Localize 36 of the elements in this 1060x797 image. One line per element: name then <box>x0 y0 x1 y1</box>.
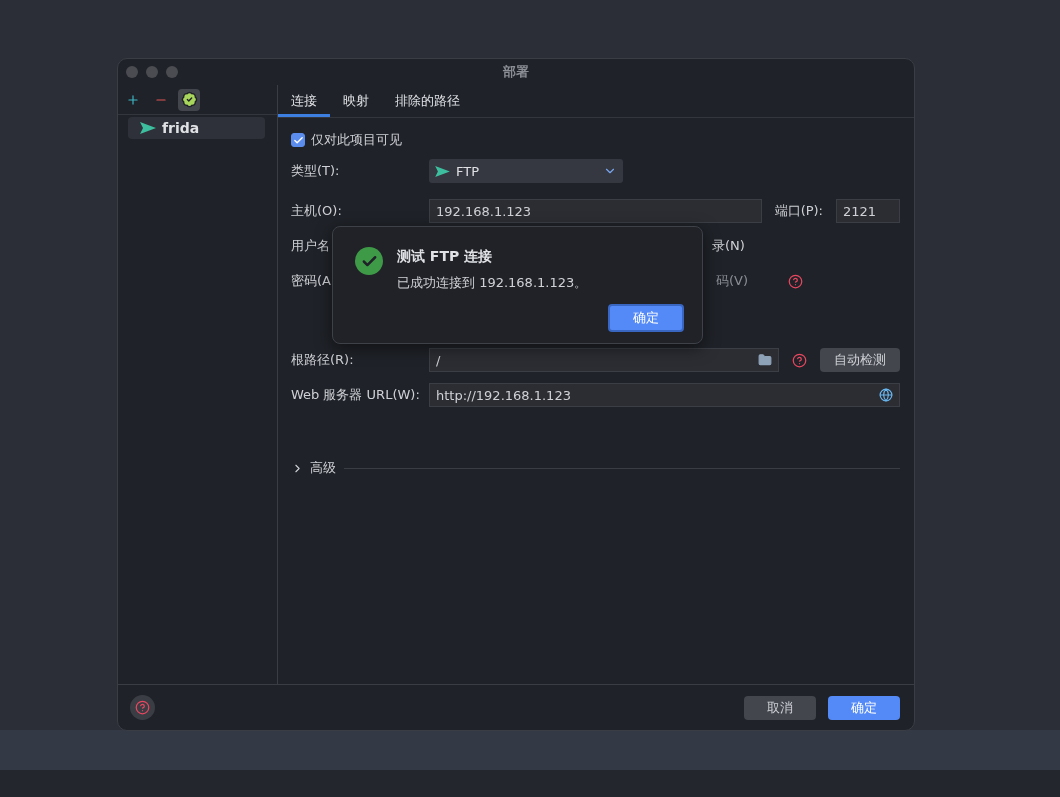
port-field[interactable]: 2121 <box>836 199 900 223</box>
help-button[interactable] <box>130 695 155 720</box>
dialog-title: 测试 FTP 连接 <box>397 248 494 266</box>
success-icon <box>355 247 383 275</box>
field-label: Web 服务器 URL(W): <box>291 386 421 404</box>
field-label: 用户名 <box>291 237 330 255</box>
url-field[interactable]: http://192.168.1.123 <box>429 383 900 407</box>
window-title: 部署 <box>503 63 529 81</box>
checkbox-label: 码(V) <box>715 272 748 290</box>
auto-detect-button[interactable]: 自动检测 <box>820 348 900 372</box>
root-path-field[interactable]: / <box>429 348 779 372</box>
checkbox-label: 仅对此项目可见 <box>311 131 402 149</box>
globe-icon <box>879 388 893 402</box>
host-field[interactable]: 192.168.1.123 <box>429 199 762 223</box>
server-item[interactable]: frida <box>128 117 265 139</box>
field-label: 类型(T): <box>291 162 341 180</box>
send-icon <box>140 122 156 134</box>
dialog-message: 已成功连接到 192.168.1.123。 <box>397 274 589 292</box>
type-dropdown[interactable]: FTP <box>429 159 623 183</box>
help-icon <box>135 700 150 715</box>
field-label: 密码(A <box>291 272 331 290</box>
tab[interactable]: 连接 <box>278 85 330 117</box>
field-label: 主机(O): <box>291 202 343 220</box>
section-label[interactable]: 高级 <box>310 459 336 477</box>
send-icon <box>435 165 450 177</box>
tab[interactable]: 映射 <box>330 85 382 117</box>
folder-icon <box>758 353 772 367</box>
cancel-button[interactable]: 取消 <box>744 695 816 720</box>
help-icon[interactable] <box>788 273 803 289</box>
field-label: 根路径(R): <box>291 351 355 369</box>
checkbox-label: 录(N) <box>712 237 745 255</box>
field-label: 端口(P): <box>774 202 823 220</box>
tab[interactable]: 排除的路径 <box>382 85 473 117</box>
check-badge-icon[interactable] <box>178 88 200 111</box>
checkbox[interactable] <box>291 133 305 147</box>
help-icon[interactable] <box>792 352 807 368</box>
